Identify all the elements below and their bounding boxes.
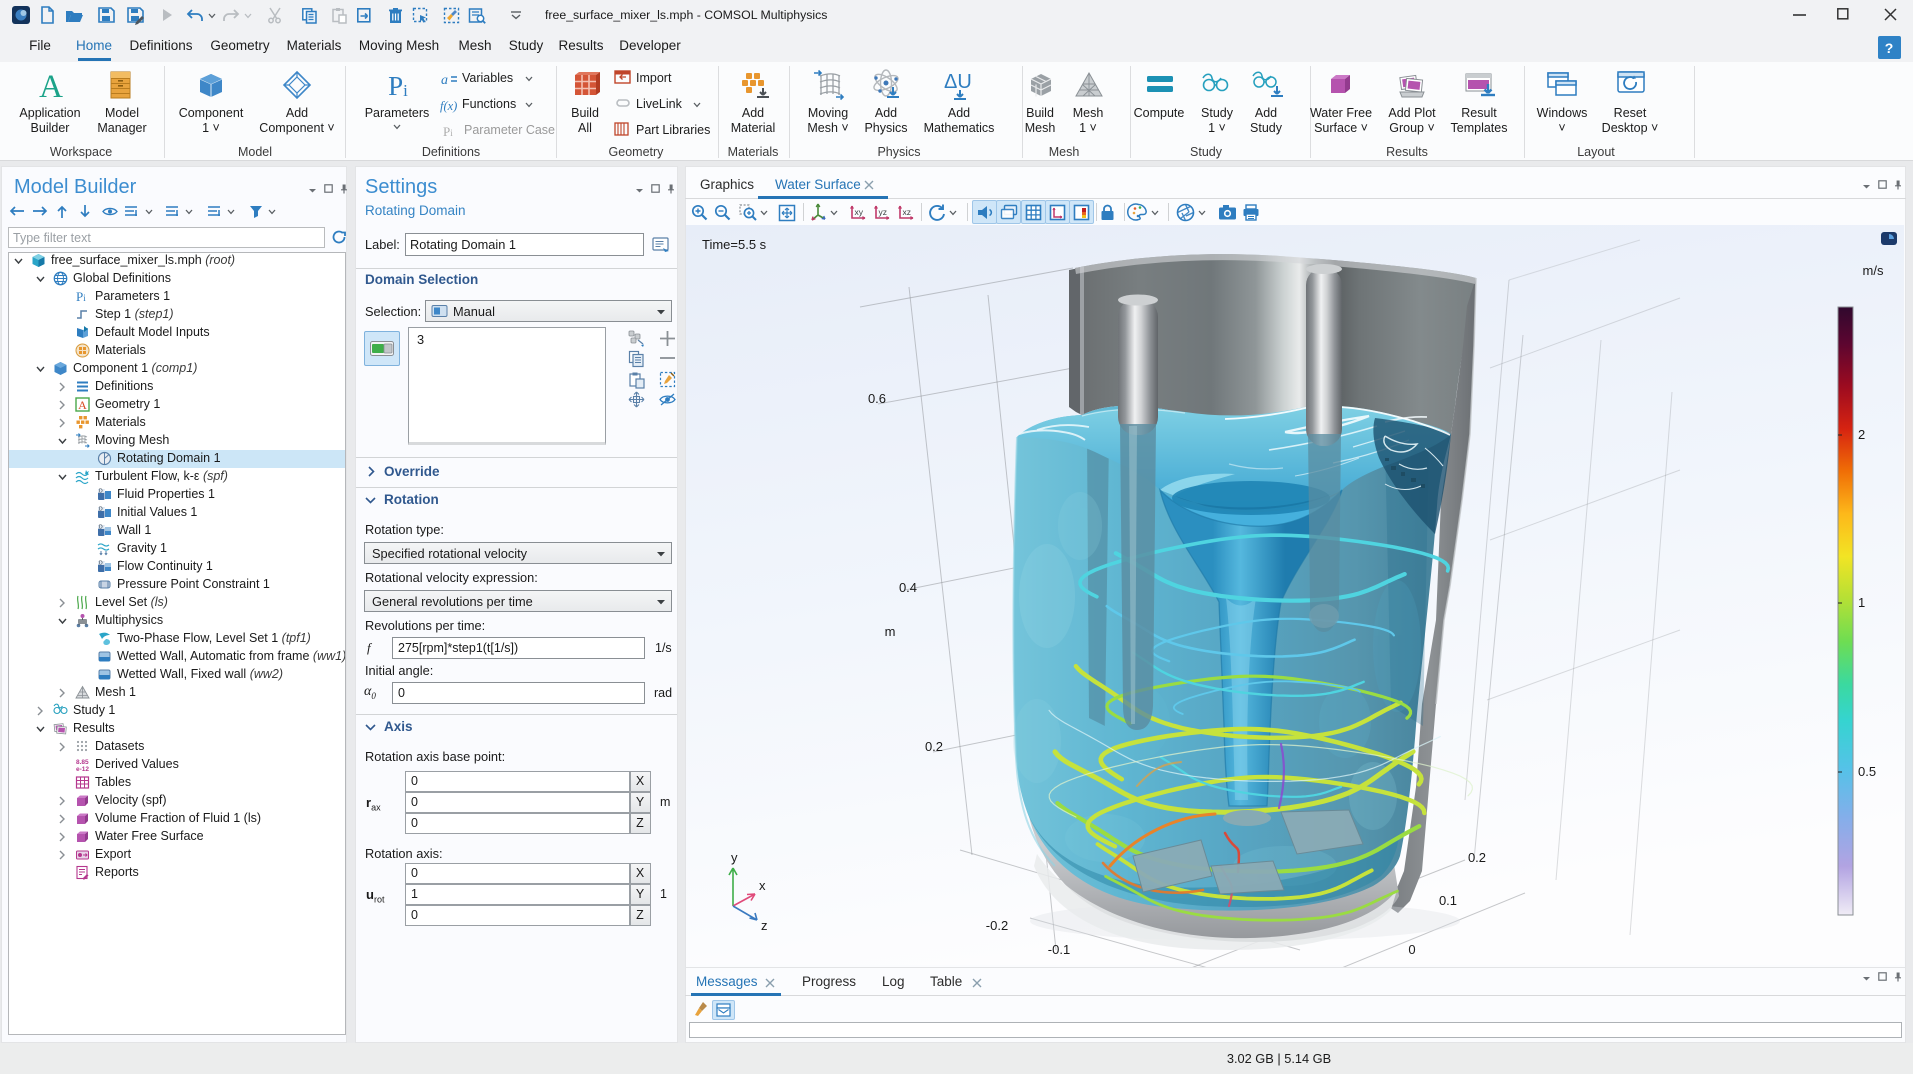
svg-text:D: D (99, 561, 103, 567)
svg-text:ΔU: ΔU (944, 71, 972, 93)
svg-text:f(x): f(x) (440, 99, 457, 113)
svg-text:8.85: 8.85 (76, 759, 89, 766)
svg-text:D: D (99, 489, 103, 495)
svg-text:2: 2 (1858, 427, 1865, 442)
svg-text:z: z (761, 918, 768, 933)
svg-text:Time=5.5 s: Time=5.5 s (702, 237, 767, 252)
svg-text:m/s: m/s (1863, 263, 1884, 278)
svg-text:0.6: 0.6 (868, 391, 886, 406)
svg-text:Pi: Pi (443, 124, 453, 139)
svg-text:0: 0 (1408, 942, 1415, 957)
svg-text:0.2: 0.2 (925, 739, 943, 754)
svg-text:1: 1 (1858, 595, 1865, 610)
svg-text:y: y (731, 850, 738, 865)
svg-text:Pi: Pi (76, 289, 86, 304)
svg-text:A: A (78, 398, 87, 412)
svg-text:D: D (99, 525, 103, 531)
svg-text:D: D (99, 507, 103, 513)
svg-text:Pi: Pi (388, 71, 408, 101)
svg-text:m: m (885, 624, 896, 639)
svg-text:-0.2: -0.2 (986, 918, 1008, 933)
svg-text:0.4: 0.4 (899, 580, 917, 595)
svg-text:0.5: 0.5 (1858, 764, 1876, 779)
svg-text:A: A (39, 69, 63, 105)
svg-text:-0.1: -0.1 (1048, 942, 1070, 957)
svg-text:0.2: 0.2 (1468, 850, 1486, 865)
svg-text:x: x (759, 878, 766, 893)
svg-text:e-12: e-12 (76, 766, 89, 773)
svg-text:a: a (441, 73, 448, 88)
svg-text:0.1: 0.1 (1439, 893, 1457, 908)
